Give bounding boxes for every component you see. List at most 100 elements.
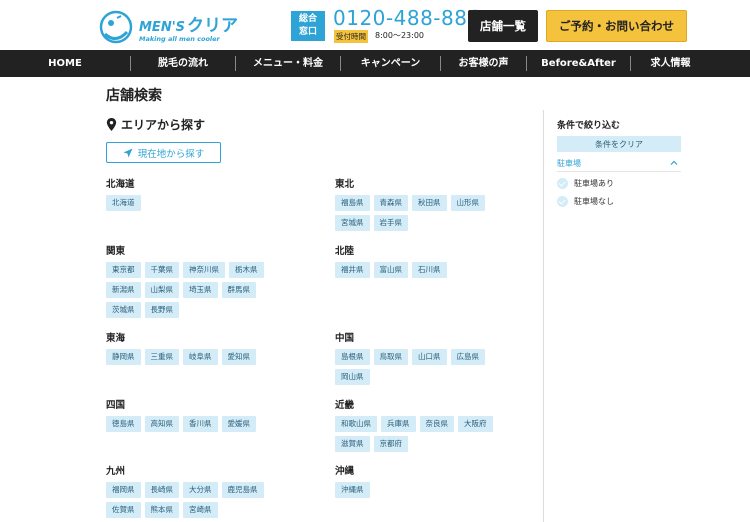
region-name: 北陸	[335, 246, 355, 257]
hours-value: 8:00〜23:00	[375, 31, 425, 40]
pref-tag[interactable]: 山形県	[450, 195, 485, 211]
region-tokai: 東海 静岡県 三重県 岐阜県 愛知県	[106, 330, 316, 365]
region-kyushu: 九州 福岡県 長崎県 大分県 鹿児島県 佐賀県 熊本県 宮崎県	[106, 463, 316, 518]
pref-tag[interactable]: 長野県	[144, 302, 179, 318]
parking-filter-toggle[interactable]: 駐車場	[557, 158, 681, 172]
pref-tag[interactable]: 高知県	[144, 416, 179, 432]
pref-tag[interactable]: 新潟県	[106, 282, 141, 298]
region-shikoku: 四国 徳島県 高知県 香川県 愛媛県	[106, 397, 316, 432]
logo-tagline: Making all men cooler	[139, 35, 220, 43]
pref-tag[interactable]: 大分県	[183, 482, 218, 498]
pref-tag[interactable]: 北海道	[106, 195, 141, 211]
pref-tag[interactable]: 福岡県	[106, 482, 141, 498]
pref-tag[interactable]: 岐阜県	[183, 349, 218, 365]
tel-label: 総合 窓口	[291, 11, 325, 41]
pref-tag[interactable]: 徳島県	[106, 416, 141, 432]
region-kanto: 関東 東京都 千葉県 神奈川県 栃木県 新潟県 山梨県 埼玉県 群馬県 茨城県 …	[106, 243, 316, 318]
pref-tag[interactable]: 栃木県	[229, 262, 264, 278]
pref-tag[interactable]: 群馬県	[221, 282, 256, 298]
pref-tag[interactable]: 福井県	[335, 262, 370, 278]
pref-tag[interactable]: 青森県	[373, 195, 408, 211]
pref-tag[interactable]: 山口県	[412, 349, 447, 365]
current-location-label: 現在地から探す	[137, 148, 205, 160]
map-pin-icon	[106, 118, 117, 131]
pref-tag[interactable]: 沖縄県	[335, 482, 370, 498]
pref-tag[interactable]: 山梨県	[144, 282, 179, 298]
pref-tag[interactable]: 宮城県	[335, 215, 370, 231]
pref-tag[interactable]: 広島県	[450, 349, 485, 365]
current-location-button[interactable]: 現在地から探す	[106, 142, 221, 163]
reserve-contact-button[interactable]: ご予約・お問い合わせ	[546, 10, 687, 42]
pref-tag[interactable]: 東京都	[106, 262, 141, 278]
navigation-arrow-icon	[123, 148, 133, 157]
pref-tag[interactable]: 奈良県	[419, 416, 454, 432]
logo[interactable]: MEN'S クリア Making all men cooler	[97, 8, 238, 46]
site-header: MEN'S クリア Making all men cooler 総合 窓口 012…	[0, 0, 750, 50]
pref-tag[interactable]: 福島県	[335, 195, 370, 211]
nav-menu-price[interactable]: メニュー・料金	[235, 56, 340, 71]
pref-tag[interactable]: 熊本県	[144, 502, 179, 518]
area-section-label: エリアから探す	[121, 118, 206, 132]
chevron-up-icon	[670, 160, 678, 165]
nav-flow[interactable]: 脱毛の流れ	[130, 56, 235, 71]
region-kinki: 近畿 和歌山県 兵庫県 奈良県 大阪府 滋賀県 京都府	[335, 397, 545, 452]
pref-tag[interactable]: 兵庫県	[381, 416, 416, 432]
logo-mark-icon	[99, 10, 133, 44]
checkbox-icon[interactable]	[557, 178, 568, 189]
pref-tag[interactable]: 香川県	[183, 416, 218, 432]
pref-tag[interactable]: 秋田県	[412, 195, 447, 211]
pref-tag[interactable]: 静岡県	[106, 349, 141, 365]
pref-tag[interactable]: 和歌山県	[335, 416, 377, 432]
logo-text: MEN'S クリア	[139, 11, 238, 36]
main-nav: HOME 脱毛の流れ メニュー・料金 キャンペーン お客様の声 Before&A…	[0, 50, 750, 77]
pref-tag[interactable]: 埼玉県	[183, 282, 218, 298]
stores-list-button[interactable]: 店舗一覧	[468, 10, 538, 42]
pref-tag[interactable]: 三重県	[144, 349, 179, 365]
region-name: 関東	[106, 246, 126, 257]
pref-tag[interactable]: 愛知県	[221, 349, 256, 365]
pref-tag[interactable]: 京都府	[373, 436, 408, 452]
pref-tag[interactable]: 長崎県	[144, 482, 179, 498]
pref-tag[interactable]: 鳥取県	[373, 349, 408, 365]
option-label: 駐車場なし	[574, 197, 614, 206]
nav-campaign[interactable]: キャンペーン	[340, 56, 440, 71]
pref-tag[interactable]: 島根県	[335, 349, 370, 365]
pref-tag[interactable]: 石川県	[412, 262, 447, 278]
logo-text-jp: クリア	[187, 16, 239, 36]
region-name: 東海	[106, 333, 126, 344]
pref-tag[interactable]: 大阪府	[458, 416, 493, 432]
hours-label: 受付時間	[334, 30, 368, 43]
nav-home[interactable]: HOME	[0, 56, 130, 71]
pref-list: 福井県 富山県 石川県	[335, 262, 545, 278]
tel-number[interactable]: 0120-488-886	[333, 6, 481, 30]
pref-list: 和歌山県 兵庫県 奈良県 大阪府 滋賀県 京都府	[335, 416, 520, 452]
pref-list: 静岡県 三重県 岐阜県 愛知県	[106, 349, 316, 365]
pref-tag[interactable]: 茨城県	[106, 302, 141, 318]
region-tohoku: 東北 福島県 青森県 秋田県 山形県 宮城県 岩手県	[335, 176, 545, 231]
pref-tag[interactable]: 岩手県	[373, 215, 408, 231]
region-okinawa: 沖縄 沖縄県	[335, 463, 545, 498]
pref-tag[interactable]: 愛媛県	[221, 416, 256, 432]
nav-recruit[interactable]: 求人情報	[630, 56, 710, 71]
pref-tag[interactable]: 佐賀県	[106, 502, 141, 518]
pref-tag[interactable]: 鹿児島県	[221, 482, 264, 498]
pref-tag[interactable]: 宮崎県	[183, 502, 218, 518]
checkbox-icon[interactable]	[557, 196, 568, 207]
pref-tag[interactable]: 神奈川県	[183, 262, 225, 278]
nav-before-after[interactable]: Before&After	[526, 56, 630, 71]
pref-tag[interactable]: 富山県	[373, 262, 408, 278]
clear-filters-button[interactable]: 条件をクリア	[557, 136, 681, 152]
pref-tag[interactable]: 千葉県	[144, 262, 179, 278]
region-chugoku: 中国 島根県 鳥取県 山口県 広島県 岡山県	[335, 330, 545, 385]
pref-tag[interactable]: 岡山県	[335, 369, 370, 385]
sidebar-divider	[543, 110, 544, 522]
parking-option-yes[interactable]: 駐車場あり	[557, 178, 614, 189]
parking-option-no[interactable]: 駐車場なし	[557, 196, 614, 207]
page-title: 店舗検索	[106, 88, 162, 104]
pref-list: 島根県 鳥取県 山口県 広島県 岡山県	[335, 349, 510, 385]
region-name: 東北	[335, 179, 355, 190]
pref-tag[interactable]: 滋賀県	[335, 436, 370, 452]
pref-list: 福岡県 長崎県 大分県 鹿児島県 佐賀県 熊本県 宮崎県	[106, 482, 291, 518]
nav-voice[interactable]: お客様の声	[440, 56, 526, 71]
pref-list: 東京都 千葉県 神奈川県 栃木県 新潟県 山梨県 埼玉県 群馬県 茨城県 長野県	[106, 262, 286, 318]
